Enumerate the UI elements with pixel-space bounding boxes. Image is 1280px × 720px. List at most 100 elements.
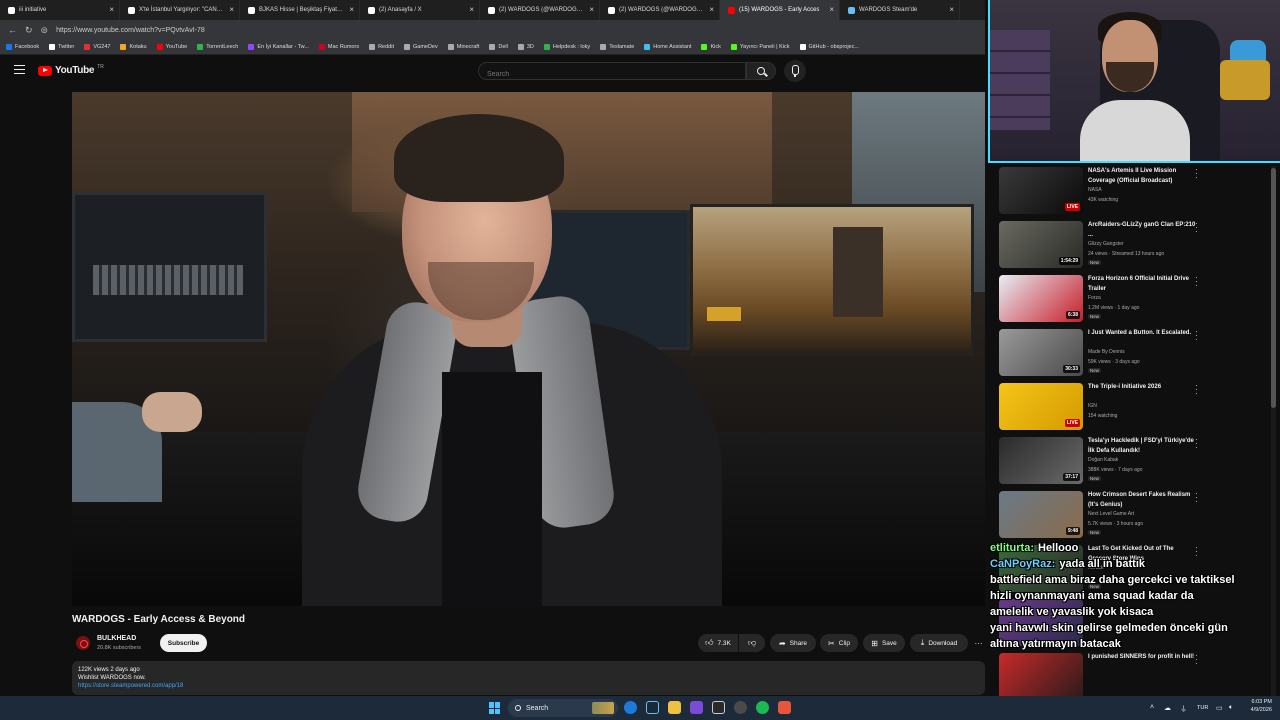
recommended-channel[interactable]: Forza bbox=[1088, 295, 1101, 301]
bookmark-item[interactable]: YouTube bbox=[156, 44, 187, 50]
close-icon[interactable]: × bbox=[709, 0, 714, 20]
recommended-channel[interactable]: NASA bbox=[1088, 187, 1102, 193]
spotify-icon[interactable] bbox=[756, 701, 769, 714]
dislike-button[interactable]: 👎︎ bbox=[739, 634, 765, 652]
bookmark-item[interactable]: GameDev bbox=[403, 44, 438, 50]
recommended-title[interactable]: NASA's Artemis II Live Mission Coverage … bbox=[1088, 167, 1198, 186]
bookmark-item[interactable]: Reddit bbox=[369, 44, 394, 50]
browser-tab[interactable]: (2) WARDOGS (@WARDOGS) / X × bbox=[480, 0, 600, 20]
channel-avatar[interactable] bbox=[76, 636, 90, 650]
bookmark-item[interactable]: TorrentLeech bbox=[197, 44, 238, 50]
bookmark-item[interactable]: Twitter bbox=[49, 44, 74, 50]
close-icon[interactable]: × bbox=[469, 0, 474, 20]
recommended-video[interactable]: LIVE The Triple-i Initiative 2026 IGN 154 w… bbox=[998, 380, 1270, 430]
description-box[interactable]: 122K views 2 days ago Wishlist WARDOGS n… bbox=[72, 661, 985, 695]
more-options-icon[interactable]: · · · bbox=[1195, 382, 1198, 398]
site-info-icon[interactable]: ⊜ bbox=[41, 25, 49, 36]
recommended-title[interactable]: Forza Horizon 6 Official Initial Drive T… bbox=[1088, 275, 1198, 294]
browser-tab[interactable]: (2) WARDOGS (@WARDOGS) / X × bbox=[600, 0, 720, 20]
more-options-icon[interactable]: · · · bbox=[1195, 436, 1198, 452]
recommended-title[interactable]: I Just Wanted a Button. It Escalated. bbox=[1088, 329, 1198, 339]
browser-tab[interactable]: iii initiative × bbox=[0, 0, 120, 20]
close-icon[interactable]: × bbox=[589, 0, 594, 20]
reload-icon[interactable]: ↻ bbox=[25, 25, 33, 36]
close-icon[interactable]: × bbox=[829, 0, 834, 20]
bookmark-item[interactable]: Minecraft bbox=[447, 44, 479, 50]
recommended-channel[interactable]: Doğan Kabak bbox=[1088, 457, 1118, 463]
recommended-video[interactable]: LIVE NASA's Artemis II Live Mission Cover… bbox=[998, 164, 1270, 214]
youtube-logo[interactable]: YouTube TR bbox=[38, 64, 104, 76]
description-link[interactable]: https://store.steampowered.com/app/18 bbox=[78, 682, 979, 690]
speaker-icon[interactable]: 🔈︎ bbox=[1229, 704, 1233, 712]
browser-tab[interactable]: X'te İstanbul Yargılıyor: "CANLI BL × bbox=[120, 0, 240, 20]
bookmark-item[interactable]: Facebook bbox=[6, 44, 39, 50]
close-icon[interactable]: × bbox=[349, 0, 354, 20]
bookmark-item[interactable]: Mac Rumors bbox=[318, 44, 359, 50]
bookmark-item[interactable]: Home Assistant bbox=[644, 44, 691, 50]
back-icon[interactable]: ← bbox=[8, 25, 17, 35]
browser-tab[interactable]: BJKAS Hisse | Beşiktaş Fiyatları - İn × bbox=[240, 0, 360, 20]
recommended-video[interactable]: 1:54:29 ArcRaiders-GLizZy ganG Clan EP:21… bbox=[998, 218, 1270, 268]
bookmark-item[interactable]: Teslamate bbox=[600, 44, 634, 50]
like-button[interactable]: 👍︎ 7.3K bbox=[698, 634, 738, 652]
close-icon[interactable]: × bbox=[229, 0, 234, 20]
video-thumbnail[interactable]: 9:48 bbox=[999, 491, 1083, 538]
close-icon[interactable]: × bbox=[109, 0, 114, 20]
bookmark-item[interactable]: Kotaku bbox=[120, 44, 147, 50]
recommended-title[interactable]: ArcRaiders-GLizZy ganG Clan EP:210 ... bbox=[1088, 221, 1198, 240]
scrollbar-thumb[interactable] bbox=[1271, 168, 1276, 408]
taskbar-search[interactable]: Search bbox=[508, 699, 618, 717]
recommended-channel[interactable]: Glizzy Gangster bbox=[1088, 241, 1124, 247]
video-thumbnail[interactable]: LIVE bbox=[999, 383, 1083, 430]
recommended-video[interactable]: 37:17 Tesla'yı Hackledik | FSD'yi Türkiye… bbox=[998, 434, 1270, 484]
save-button[interactable]: ⊞ Save bbox=[863, 634, 905, 652]
bookmark-item[interactable]: En İyi Kanallar - Tw... bbox=[248, 44, 309, 50]
more-options-icon[interactable]: · · · bbox=[1195, 274, 1198, 290]
recommended-title[interactable]: How Crimson Desert Fakes Realism (It's G… bbox=[1088, 491, 1198, 510]
usb-icon[interactable]: ⏚ bbox=[1180, 704, 1187, 714]
sidebar-scrollbar[interactable] bbox=[1271, 166, 1276, 696]
video-thumbnail[interactable]: LIVE bbox=[999, 167, 1083, 214]
recommended-channel[interactable]: Made By Dennis bbox=[1088, 349, 1125, 355]
bookmark-item[interactable]: VG247 bbox=[84, 44, 110, 50]
edge-icon[interactable] bbox=[624, 701, 637, 714]
chevron-up-icon[interactable]: ˄ bbox=[1150, 704, 1154, 711]
recommended-video[interactable]: 6:38 Forza Horizon 6 Official Initial Dri… bbox=[998, 272, 1270, 322]
recommended-video[interactable]: I punished SINNERS for profit in hell! · ·… bbox=[998, 650, 1270, 700]
bookmark-item[interactable]: GitHub - obsprojec... bbox=[799, 44, 859, 50]
video-player[interactable] bbox=[72, 92, 985, 606]
recommended-video[interactable]: 30:33 I Just Wanted a Button. It Escalate… bbox=[998, 326, 1270, 376]
video-thumbnail[interactable]: 37:17 bbox=[999, 437, 1083, 484]
search-input[interactable] bbox=[479, 66, 745, 83]
video-thumbnail[interactable]: 1:54:29 bbox=[999, 221, 1083, 268]
more-options-icon[interactable]: · · · bbox=[1195, 490, 1198, 506]
discord-icon[interactable] bbox=[690, 701, 703, 714]
app-icon[interactable] bbox=[778, 701, 791, 714]
file-explorer-icon[interactable] bbox=[668, 701, 681, 714]
bookmark-item[interactable]: 3D bbox=[517, 44, 534, 50]
more-actions-button[interactable]: ··· bbox=[972, 634, 985, 652]
more-options-icon[interactable]: · · · bbox=[1195, 220, 1198, 236]
bookmark-item[interactable]: Yayıncı Paneli | Kick bbox=[730, 44, 790, 50]
input-language[interactable]: TUR bbox=[1197, 705, 1208, 711]
browser-tab[interactable]: WARDOGS Steam'de × bbox=[840, 0, 960, 20]
settings-icon[interactable] bbox=[734, 701, 747, 714]
subscribe-button[interactable]: Subscribe bbox=[160, 634, 207, 652]
recommended-title[interactable]: I punished SINNERS for profit in hell! bbox=[1088, 653, 1198, 663]
windows-start-icon[interactable] bbox=[489, 702, 501, 714]
download-button[interactable]: ⤓ Download bbox=[910, 634, 968, 652]
more-options-icon[interactable]: · · · bbox=[1195, 328, 1198, 344]
video-thumbnail[interactable]: 30:33 bbox=[999, 329, 1083, 376]
voice-search-icon[interactable] bbox=[784, 60, 806, 82]
recommended-channel[interactable]: IGN bbox=[1088, 403, 1097, 409]
video-thumbnail[interactable] bbox=[999, 653, 1083, 700]
monitor-icon[interactable]: ▭ bbox=[1216, 704, 1223, 712]
bookmark-item[interactable]: Helpdesk : loky bbox=[543, 44, 590, 50]
clock[interactable]: 6:03 PM 4/9/2026 bbox=[1251, 698, 1272, 714]
browser-tab[interactable]: (15) WARDOGS - Early Acces × bbox=[720, 0, 840, 20]
more-options-icon[interactable]: · · · bbox=[1195, 652, 1198, 668]
more-options-icon[interactable]: · · · bbox=[1195, 166, 1198, 182]
close-icon[interactable]: × bbox=[949, 0, 954, 20]
bookmark-item[interactable]: Kick bbox=[701, 44, 721, 50]
recommended-title[interactable]: Tesla'yı Hackledik | FSD'yi Türkiye'de İ… bbox=[1088, 437, 1198, 456]
